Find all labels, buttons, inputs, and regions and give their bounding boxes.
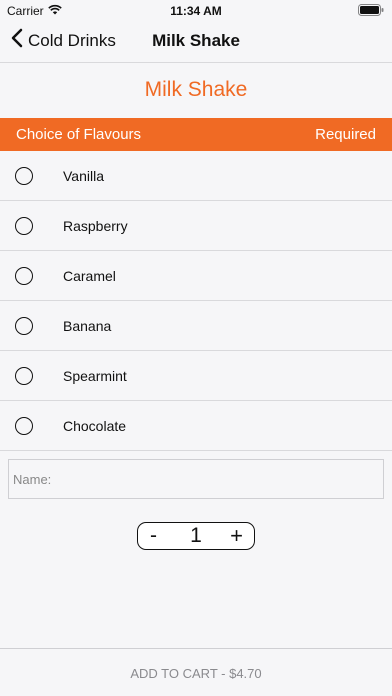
flavour-option-chocolate[interactable]: Chocolate <box>0 401 392 451</box>
radio-button[interactable] <box>15 366 33 385</box>
flavour-option-spearmint[interactable]: Spearmint <box>0 351 392 401</box>
navigation-bar: Cold Drinks Milk Shake <box>0 20 392 63</box>
option-label: Chocolate <box>63 417 127 434</box>
flavour-option-banana[interactable]: Banana <box>0 301 392 351</box>
radio-button[interactable] <box>15 166 33 185</box>
required-label: Required <box>315 126 376 143</box>
status-time: 11:34 AM <box>170 4 222 18</box>
option-label: Caramel <box>63 267 116 284</box>
quantity-stepper: - 1 + <box>137 522 255 550</box>
status-bar: Carrier 11:34 AM <box>0 0 392 20</box>
option-label: Banana <box>63 317 112 334</box>
radio-button[interactable] <box>15 316 33 335</box>
flavour-option-caramel[interactable]: Caramel <box>0 251 392 301</box>
add-to-cart-button[interactable]: ADD TO CART - $4.70 <box>0 648 392 696</box>
flavour-option-raspberry[interactable]: Raspberry <box>0 201 392 251</box>
battery-icon <box>358 4 384 19</box>
flavour-options-list: Vanilla Raspberry Caramel Banana Spearmi… <box>0 151 392 451</box>
radio-button[interactable] <box>15 416 33 435</box>
option-label: Spearmint <box>63 367 127 384</box>
option-label: Raspberry <box>63 217 128 234</box>
name-field[interactable] <box>8 459 384 499</box>
radio-button[interactable] <box>15 216 33 235</box>
nav-title: Milk Shake <box>152 31 240 50</box>
radio-button[interactable] <box>15 266 33 285</box>
option-label: Vanilla <box>63 167 104 184</box>
flavour-section-header: Choice of Flavours Required <box>0 118 392 151</box>
product-title: Milk Shake <box>144 78 248 101</box>
increment-button[interactable]: + <box>230 523 243 549</box>
section-title: Choice of Flavours <box>16 126 142 143</box>
flavour-option-vanilla[interactable]: Vanilla <box>0 151 392 201</box>
